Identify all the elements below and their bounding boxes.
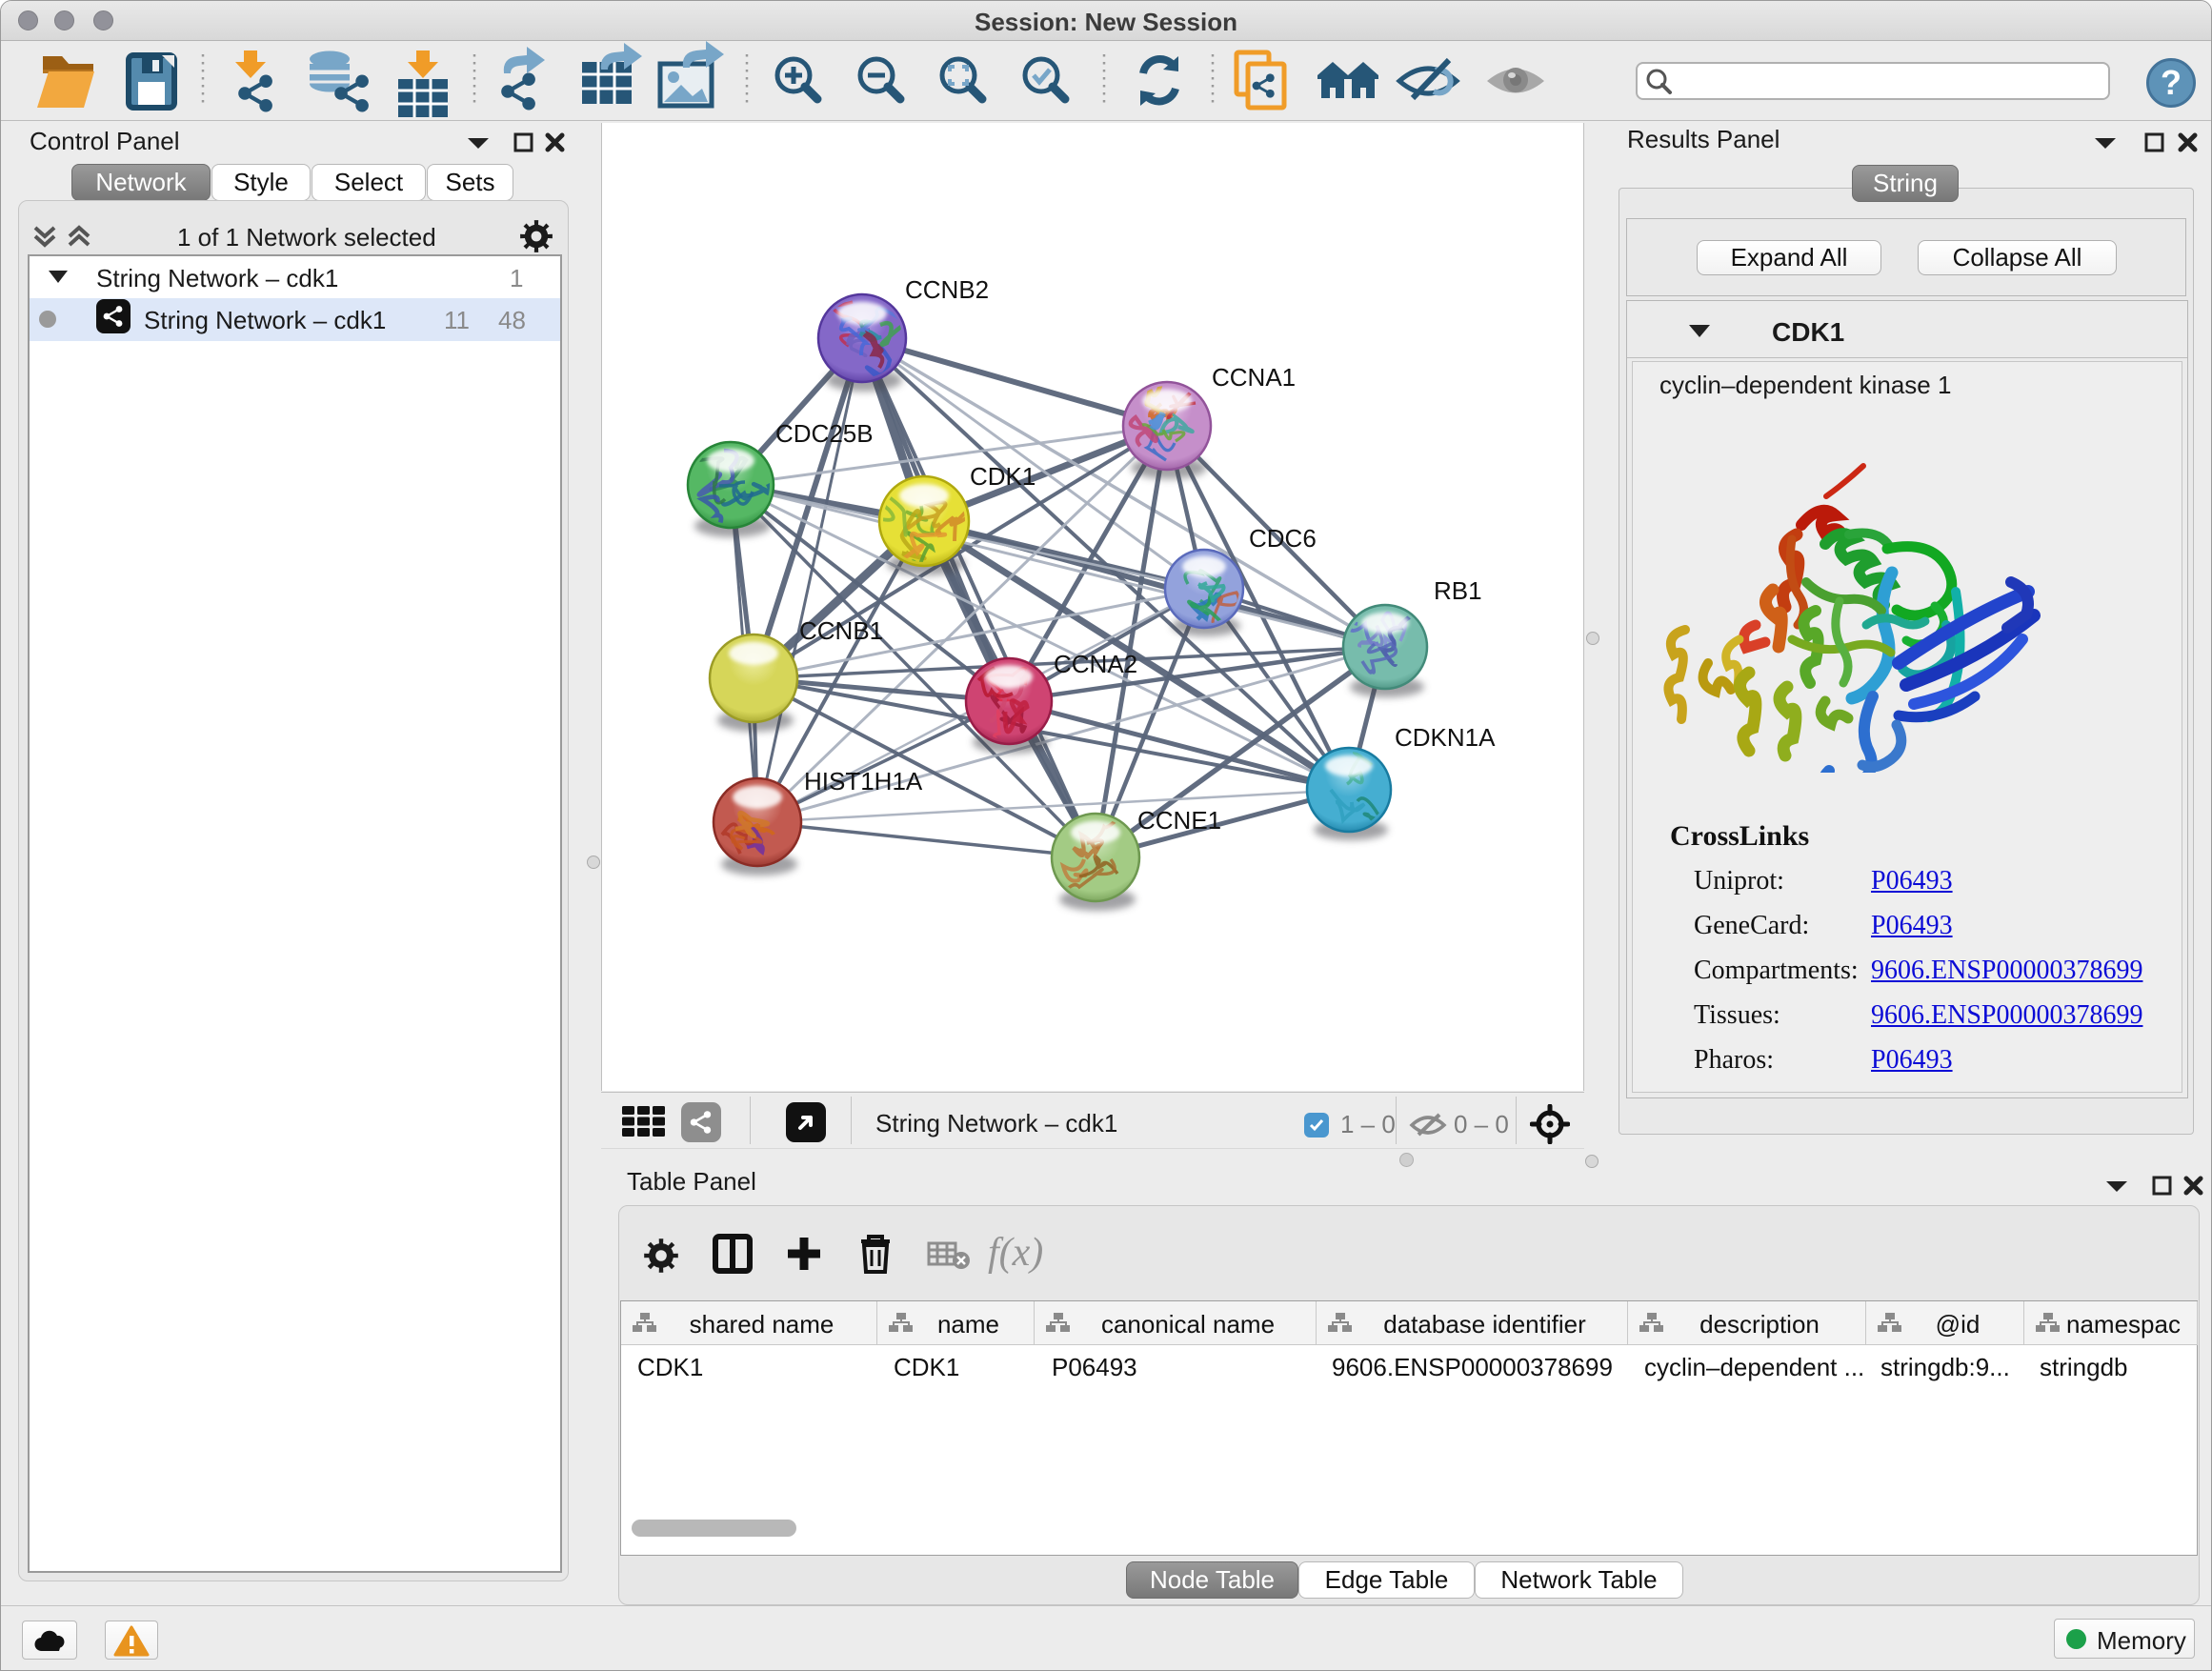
svg-text:CDK1: CDK1 [970, 462, 1036, 491]
svg-text:HIST1H1A: HIST1H1A [804, 767, 923, 795]
svg-text:RB1: RB1 [1434, 576, 1482, 605]
svg-text:CDC6: CDC6 [1249, 524, 1317, 553]
svg-text:CCNE1: CCNE1 [1137, 806, 1221, 835]
svg-text:CDKN1A: CDKN1A [1395, 723, 1496, 752]
svg-text:CCNA2: CCNA2 [1054, 650, 1137, 678]
svg-text:CCNB2: CCNB2 [905, 275, 989, 304]
svg-text:CDC25B: CDC25B [775, 419, 874, 448]
svg-text:CCNA1: CCNA1 [1212, 363, 1296, 392]
svg-text:CCNB1: CCNB1 [799, 616, 883, 645]
